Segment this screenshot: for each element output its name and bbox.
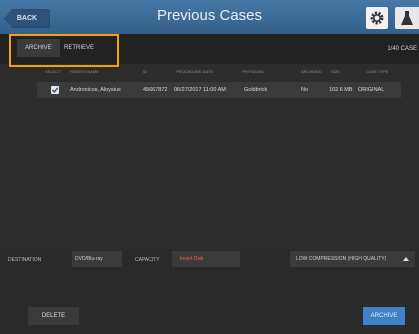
destination-label: DESTINATION <box>8 257 42 263</box>
cell-id: 45667872 <box>143 87 168 93</box>
tabs-highlight-box <box>9 34 119 67</box>
row-select-checkbox[interactable] <box>51 86 59 94</box>
delete-button[interactable]: DELETE <box>28 307 79 325</box>
flask-icon <box>401 11 413 25</box>
destination-select[interactable]: DVD/Blu-ray <box>72 251 122 267</box>
column-header[interactable]: ID <box>143 69 147 74</box>
table-row[interactable]: Andronicos, Aloysius 45667872 06/27/2017… <box>37 82 401 98</box>
cell-physician: Goldbrick <box>244 87 268 93</box>
compression-value: LOW COMPRESSION (HIGH QUALITY) <box>296 256 387 262</box>
column-header[interactable]: CASE TYPE <box>366 69 388 74</box>
column-header[interactable]: PROCEDURE DATE <box>176 69 213 74</box>
cell-size: 102.6 MB <box>329 87 353 93</box>
compression-select[interactable]: LOW COMPRESSION (HIGH QUALITY) <box>290 251 415 267</box>
cell-procedure-date: 06/27/2017 11:00 AM <box>174 87 226 93</box>
column-header[interactable]: SIZE <box>331 69 340 74</box>
settings-button[interactable] <box>366 7 388 29</box>
column-header[interactable]: PATIENT NAME <box>70 69 99 74</box>
cell-archived: No <box>301 87 309 93</box>
case-count: 1/40 CASE <box>387 46 417 52</box>
column-header[interactable]: ARCHIVED <box>301 69 322 74</box>
checkmark-icon <box>51 87 59 94</box>
column-header[interactable]: SELECT <box>45 69 61 74</box>
cell-case-type: ORIGINAL <box>358 87 385 93</box>
caret-up-icon <box>403 257 409 261</box>
capacity-label: CAPACITY <box>135 257 160 263</box>
table-header: SELECT PATIENT NAME ID PROCEDURE DATE PH… <box>0 64 419 78</box>
column-header[interactable]: PHYSICIAN <box>242 69 264 74</box>
archive-button[interactable]: ARCHIVE <box>363 307 405 325</box>
header-bar: BACK Previous Cases <box>0 0 419 34</box>
gear-icon <box>370 11 384 25</box>
cell-patient-name: Andronicos, Aloysius <box>70 87 121 93</box>
capacity-field: Insert Disk <box>172 251 240 267</box>
lab-button[interactable] <box>395 7 419 29</box>
page-title: Previous Cases <box>156 7 263 24</box>
